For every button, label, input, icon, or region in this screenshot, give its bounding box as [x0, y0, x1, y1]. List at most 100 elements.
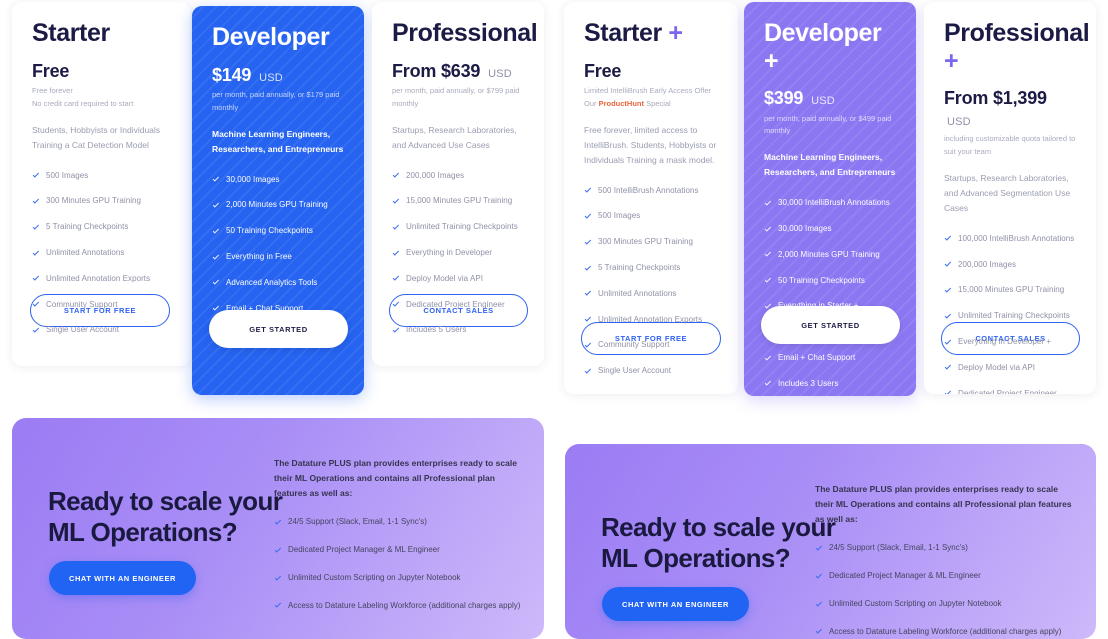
- plan-name-text: Developer: [764, 19, 882, 47]
- check-icon: [212, 278, 220, 286]
- feature-label: Advanced Analytics Tools: [778, 327, 870, 337]
- feature-label: 24/5 Support (Slack, Email, 1-1 Sync's): [829, 543, 968, 553]
- pricing-card-starter-plus[interactable]: Starter + Free Limited IntelliBrush Earl…: [564, 2, 738, 394]
- card-body: Starter Free Free forever No credit card…: [12, 2, 190, 336]
- cta-heading-line1: Ready to scale your: [48, 486, 283, 516]
- feature-label: Access to Datature Labeling Workforce (a…: [288, 600, 521, 610]
- plan-audience: Machine Learning Engineers, Researchers,…: [212, 128, 344, 154]
- check-icon: [584, 366, 592, 374]
- feature-item: Deploy Model via API: [944, 363, 1076, 374]
- pricing-card-starter[interactable]: Starter Free Free forever No credit card…: [12, 2, 190, 366]
- feature-item: 200,000 Images: [944, 260, 1076, 271]
- pricing-card-developer-plus[interactable]: Developer + $399 USD per month, paid ann…: [744, 2, 916, 396]
- price-currency: USD: [488, 67, 512, 80]
- check-icon: [944, 311, 952, 319]
- feature-label: 30,000 Images: [778, 223, 832, 233]
- feature-item: 50 Training Checkpoints: [764, 276, 896, 287]
- feature-item: Email + Chat Support: [764, 353, 896, 364]
- feature-label: Everything in Free: [226, 252, 292, 262]
- plan-name-text: Professional: [392, 19, 538, 47]
- feature-label: 500 Images: [46, 170, 89, 180]
- chat-with-engineer-button[interactable]: CHAT WITH AN ENGINEER: [49, 561, 196, 595]
- price-note-line: Limited IntelliBrush Early Access Offer: [584, 86, 711, 96]
- pricing-page: Starter Free Free forever No credit card…: [0, 0, 1108, 639]
- price-amount: From $639: [392, 60, 481, 81]
- feature-item: Advanced Analytics Tools: [212, 278, 344, 289]
- feature-item: Everything in Developer +: [944, 337, 1076, 348]
- plus-badge-icon: +: [764, 46, 779, 75]
- check-icon: [584, 263, 592, 271]
- plan-name-text: Developer: [212, 23, 330, 51]
- feature-item: 30,000 IntelliBrush Annotations: [764, 198, 896, 209]
- price-currency: USD: [811, 95, 835, 107]
- check-icon: [815, 571, 823, 579]
- feature-label: Unlimited Annotation Exports: [598, 314, 703, 324]
- feature-item: Access to Datature Labeling Workforce (a…: [815, 627, 1077, 638]
- price-note-line: No credit card required to start: [32, 98, 134, 108]
- feature-item: Dedicated Project Engineer: [392, 300, 524, 311]
- check-icon: [32, 274, 40, 282]
- feature-label: Email + Chat Support: [226, 303, 304, 313]
- feature-item: 5 Training Checkpoints: [584, 263, 718, 274]
- check-icon: [392, 171, 400, 179]
- pricing-card-professional-plus[interactable]: Professional + From $1,399 USD including…: [924, 2, 1096, 394]
- check-icon: [212, 226, 220, 234]
- feature-item: Community Support: [32, 300, 170, 311]
- feature-item: 30,000 Images: [212, 175, 344, 186]
- chat-with-engineer-button[interactable]: CHAT WITH AN ENGINEER: [602, 587, 749, 621]
- card-body: Developer $149 USD per month, paid annua…: [192, 6, 364, 340]
- plan-price: From $639 USD: [392, 61, 524, 82]
- feature-label: 2,000 Minutes GPU Training: [226, 200, 328, 210]
- check-icon: [764, 224, 772, 232]
- pricing-card-developer[interactable]: Developer $149 USD per month, paid annua…: [192, 6, 364, 395]
- feature-label: Deploy Model via API: [406, 273, 484, 283]
- feature-item: 24/5 Support (Slack, Email, 1-1 Sync's): [815, 543, 1077, 554]
- feature-label: Community Support: [598, 340, 670, 350]
- check-icon: [764, 379, 772, 387]
- feature-label: Dedicated Project Manager & ML Engineer: [288, 545, 440, 555]
- feature-item: Unlimited Annotation Exports: [32, 274, 170, 285]
- feature-item: Everything in Free: [212, 252, 344, 263]
- check-icon: [584, 211, 592, 219]
- check-icon: [392, 325, 400, 333]
- price-note-line: per month, paid annually, or $799 paid m…: [392, 86, 520, 108]
- feature-item: Unlimited Training Checkpoints: [392, 222, 524, 233]
- check-icon: [584, 237, 592, 245]
- plus-badge-icon: +: [668, 19, 683, 47]
- price-note: Limited IntelliBrush Early Access Offer …: [584, 85, 718, 110]
- price-note-line: Free forever: [32, 86, 73, 96]
- feature-item: 5 Training Checkpoints: [32, 222, 170, 233]
- check-icon: [274, 601, 282, 609]
- price-currency: USD: [947, 115, 971, 128]
- feature-label: Everything in Starter +: [778, 301, 859, 311]
- check-icon: [212, 252, 220, 260]
- check-icon: [815, 627, 823, 635]
- plan-name: Developer: [212, 23, 344, 52]
- feature-label: Unlimited Custom Scripting on Jupyter No…: [829, 598, 1002, 608]
- plan-audience: Machine Learning Engineers, Researchers,…: [764, 152, 896, 178]
- feature-label: 5 Training Checkpoints: [598, 262, 681, 272]
- pricing-card-professional[interactable]: Professional From $639 USD per month, pa…: [372, 2, 544, 366]
- plan-name: Developer +: [764, 19, 896, 75]
- plan-price: Free: [32, 61, 170, 82]
- check-icon: [584, 315, 592, 323]
- cta-heading-line2: ML Operations?: [601, 542, 791, 573]
- feature-item: 15,000 Minutes GPU Training: [944, 285, 1076, 296]
- plan-price: $149 USD: [212, 65, 344, 86]
- feature-item: Advanced Analytics Tools: [764, 327, 896, 338]
- plan-price: From $1,399 USD: [944, 88, 1076, 129]
- feature-label: 50 Training Checkpoints: [778, 275, 865, 285]
- plan-audience: Startups, Research Laboratories, and Adv…: [392, 124, 517, 150]
- check-icon: [392, 222, 400, 230]
- plan-name: Professional: [392, 19, 538, 48]
- price-note-line: per month, paid annually, or $499 paid m…: [764, 113, 892, 136]
- feature-label: 15,000 Minutes GPU Training: [406, 196, 513, 206]
- plan-name-text: Starter: [584, 19, 662, 47]
- feature-item: Dedicated Project Engineer: [944, 389, 1076, 394]
- check-icon: [212, 329, 220, 337]
- feature-label: 300 Minutes GPU Training: [598, 237, 694, 247]
- check-icon: [392, 274, 400, 282]
- check-icon: [274, 573, 282, 581]
- price-note-line: including customizable quota tailored to…: [944, 134, 1076, 156]
- check-icon: [212, 200, 220, 208]
